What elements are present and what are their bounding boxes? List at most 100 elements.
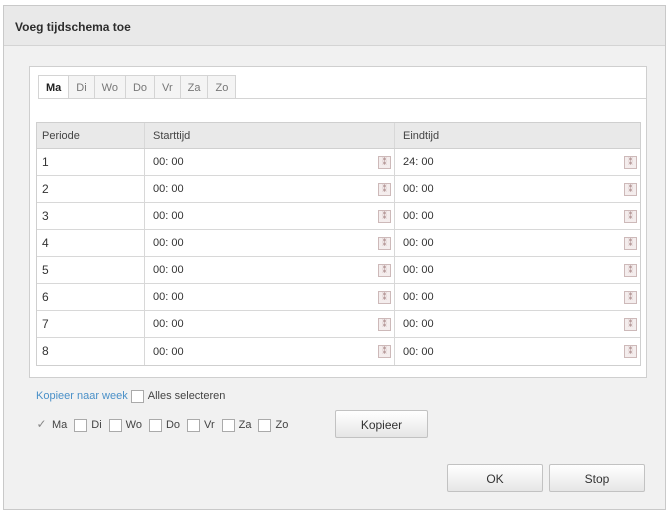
period-number: 4 <box>37 230 145 256</box>
clock-picker-icon[interactable]: ⁑ <box>378 263 391 277</box>
dialog-header: Voeg tijdschema toe <box>4 6 665 46</box>
start-time-field[interactable]: 00: 00 ⁑ <box>145 230 395 256</box>
end-time-field[interactable]: 00: 00 ⁑ <box>395 311 640 337</box>
day-label-wo: Wo <box>125 419 142 431</box>
day-checkbox-di[interactable] <box>74 418 88 432</box>
tab-za[interactable]: Za <box>179 75 208 99</box>
copy-to-week-link[interactable]: Kopieer naar week <box>36 390 128 402</box>
clock-picker-icon[interactable]: ⁑ <box>624 155 637 169</box>
period-number: 1 <box>37 149 145 175</box>
clock-picker-icon[interactable]: ⁑ <box>378 317 391 331</box>
start-time-field[interactable]: 00: 00 ⁑ <box>145 284 395 310</box>
schedule-panel: Ma Di Wo Do Vr Za Zo Periode Starttijd E… <box>29 66 647 378</box>
start-time-value: 00: 00 <box>153 210 184 222</box>
end-time-field[interactable]: 00: 00 ⁑ <box>395 230 640 256</box>
period-number: 3 <box>37 203 145 229</box>
header-starttijd: Starttijd <box>145 123 395 148</box>
end-time-value: 00: 00 <box>403 291 434 303</box>
add-schedule-dialog: Voeg tijdschema toe Ma Di Wo Do Vr Za Zo… <box>3 5 666 510</box>
dialog-title: Voeg tijdschema toe <box>15 20 131 34</box>
tab-zo[interactable]: Zo <box>207 75 237 99</box>
start-time-field[interactable]: 00: 00 ⁑ <box>145 149 395 175</box>
period-number: 6 <box>37 284 145 310</box>
end-time-value: 00: 00 <box>403 183 434 195</box>
header-periode: Periode <box>37 123 145 148</box>
day-checkbox-ma[interactable]: ✓ <box>35 418 48 432</box>
clock-picker-icon[interactable]: ⁑ <box>378 155 391 169</box>
table-row: 3 00: 00 ⁑ 00: 00 ⁑ <box>37 203 640 230</box>
end-time-value: 24: 00 <box>403 156 434 168</box>
tab-ma[interactable]: Ma <box>38 75 69 99</box>
table-row: 2 00: 00 ⁑ 00: 00 ⁑ <box>37 176 640 203</box>
table-row: 5 00: 00 ⁑ 00: 00 ⁑ <box>37 257 640 284</box>
copy-to-week-row: Kopieer naar week Alles selecteren <box>36 388 229 404</box>
clock-picker-icon[interactable]: ⁑ <box>378 290 391 304</box>
end-time-value: 00: 00 <box>403 264 434 276</box>
day-checkbox-zo[interactable] <box>258 418 272 432</box>
clock-picker-icon[interactable]: ⁑ <box>378 236 391 250</box>
clock-picker-icon[interactable]: ⁑ <box>624 209 637 223</box>
start-time-value: 00: 00 <box>153 156 184 168</box>
day-label-za: Za <box>238 419 252 431</box>
start-time-field[interactable]: 00: 00 ⁑ <box>145 176 395 202</box>
clock-picker-icon[interactable]: ⁑ <box>378 209 391 223</box>
day-label-do: Do <box>165 419 181 431</box>
clock-picker-icon[interactable]: ⁑ <box>624 345 637 358</box>
clock-picker-icon[interactable]: ⁑ <box>624 290 637 304</box>
copy-button[interactable]: Kopieer <box>335 410 428 438</box>
day-label-di: Di <box>91 419 102 431</box>
end-time-field[interactable]: 00: 00 ⁑ <box>395 176 640 202</box>
tab-vr[interactable]: Vr <box>154 75 180 99</box>
table-row: 4 00: 00 ⁑ 00: 00 ⁑ <box>37 230 640 257</box>
start-time-field[interactable]: 00: 00 ⁑ <box>145 257 395 283</box>
period-table: Periode Starttijd Eindtijd 1 00: 00 ⁑ 24:… <box>36 122 641 366</box>
end-time-field[interactable]: 24: 00 ⁑ <box>395 149 640 175</box>
table-row: 1 00: 00 ⁑ 24: 00 ⁑ <box>37 149 640 176</box>
tab-wo[interactable]: Wo <box>93 75 125 99</box>
ok-button[interactable]: OK <box>447 464 543 492</box>
start-time-value: 00: 00 <box>153 345 184 358</box>
stop-button[interactable]: Stop <box>549 464 645 492</box>
table-row: 8 00: 00 ⁑ 00: 00 ⁑ <box>37 338 640 365</box>
clock-picker-icon[interactable]: ⁑ <box>624 263 637 277</box>
day-checkbox-za[interactable] <box>221 418 235 432</box>
clock-picker-icon[interactable]: ⁑ <box>624 236 637 250</box>
select-all-checkbox[interactable] <box>130 389 144 403</box>
end-time-field[interactable]: 00: 00 ⁑ <box>395 257 640 283</box>
day-checkbox-vr[interactable] <box>187 418 201 432</box>
clock-picker-icon[interactable]: ⁑ <box>624 182 637 196</box>
end-time-field[interactable]: 00: 00 ⁑ <box>395 284 640 310</box>
tab-divider <box>38 98 646 99</box>
end-time-value: 00: 00 <box>403 210 434 222</box>
clock-picker-icon[interactable]: ⁑ <box>624 317 637 331</box>
end-time-value: 00: 00 <box>403 318 434 330</box>
start-time-field[interactable]: 00: 00 ⁑ <box>145 338 395 365</box>
clock-picker-icon[interactable]: ⁑ <box>378 345 391 358</box>
day-checkbox-wo[interactable] <box>108 418 122 432</box>
table-row: 7 00: 00 ⁑ 00: 00 ⁑ <box>37 311 640 338</box>
period-number: 7 <box>37 311 145 337</box>
day-label-ma: Ma <box>52 419 68 431</box>
table-header: Periode Starttijd Eindtijd <box>37 123 640 149</box>
start-time-value: 00: 00 <box>153 183 184 195</box>
table-row: 6 00: 00 ⁑ 00: 00 ⁑ <box>37 284 640 311</box>
start-time-field[interactable]: 00: 00 ⁑ <box>145 203 395 229</box>
start-time-field[interactable]: 00: 00 ⁑ <box>145 311 395 337</box>
start-time-value: 00: 00 <box>153 237 184 249</box>
period-number: 2 <box>37 176 145 202</box>
end-time-value: 00: 00 <box>403 345 434 358</box>
day-tabs: Ma Di Wo Do Vr Za Zo <box>38 75 237 99</box>
period-number: 8 <box>37 338 145 365</box>
start-time-value: 00: 00 <box>153 291 184 303</box>
header-eindtijd: Eindtijd <box>403 129 440 142</box>
period-number: 5 <box>37 257 145 283</box>
select-all-label: Alles selecteren <box>147 390 226 402</box>
clock-picker-icon[interactable]: ⁑ <box>378 182 391 196</box>
end-time-field[interactable]: 00: 00 ⁑ <box>395 338 640 365</box>
start-time-value: 00: 00 <box>153 318 184 330</box>
end-time-field[interactable]: 00: 00 ⁑ <box>395 203 640 229</box>
tab-di[interactable]: Di <box>68 75 94 99</box>
day-label-vr: Vr <box>204 419 215 431</box>
day-checkbox-do[interactable] <box>148 418 162 432</box>
tab-do[interactable]: Do <box>124 75 155 99</box>
